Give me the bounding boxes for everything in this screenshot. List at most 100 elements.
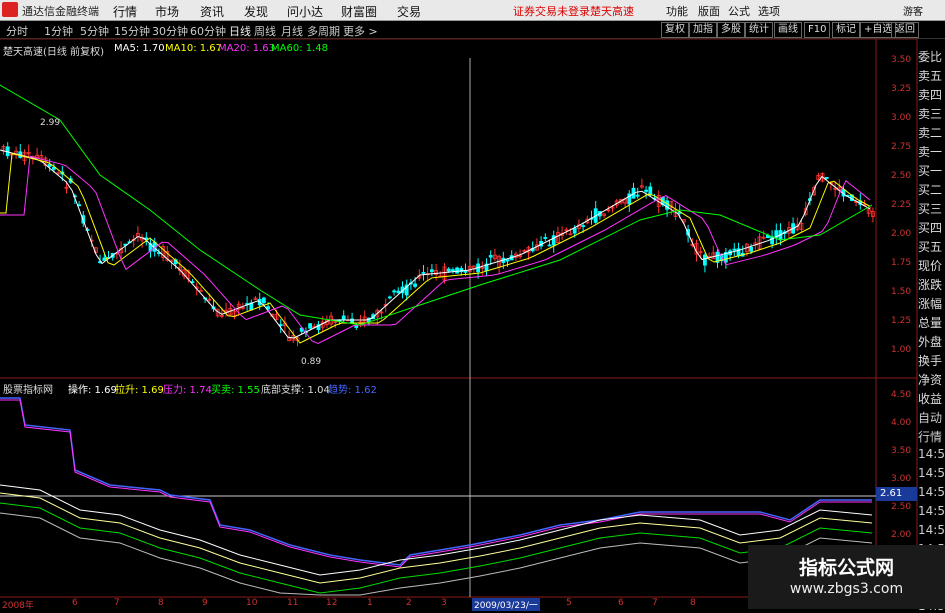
quote-panel-label: 14:5 <box>918 466 945 480</box>
date-tick: 6 <box>618 598 624 608</box>
indicator-tick: 4.50 <box>891 390 912 400</box>
price-tick: 2.75 <box>891 142 912 152</box>
date-tick: 3 <box>441 598 447 608</box>
quote-panel-label: 买五 <box>918 240 943 254</box>
date-tick: 2009/03/23/一 <box>472 598 540 611</box>
watermark-url: www.zbgs3.com <box>789 581 904 597</box>
date-tick: 7 <box>114 598 120 608</box>
candle-body <box>463 270 468 273</box>
cursor-value: 2.61 <box>880 488 903 499</box>
price-tick: 2.25 <box>891 200 912 210</box>
ma5-line <box>0 149 871 339</box>
candle-body <box>421 272 426 274</box>
date-tick: 5 <box>566 598 572 608</box>
date-tick: 8 <box>158 598 164 608</box>
candle-body <box>635 194 640 197</box>
quote-panel-label: 卖一 <box>918 145 943 159</box>
candle-body <box>770 236 774 245</box>
quote-panel-label: 14:5 <box>918 485 945 499</box>
quote-panel-label: 净资 <box>918 373 943 387</box>
price-tick: 3.50 <box>891 55 912 65</box>
price-tick: 1.00 <box>891 345 912 355</box>
quote-panel-label: 卖四 <box>918 88 943 102</box>
candle-body <box>547 244 552 247</box>
ma10-line <box>0 152 871 344</box>
quote-panel-label: 涨跌 <box>918 278 943 292</box>
indicator-tick: 3.00 <box>891 474 912 484</box>
candle-body <box>543 237 548 239</box>
quote-panel-label: 买二 <box>918 183 943 197</box>
candle-body <box>261 297 266 304</box>
kline-chart[interactable] <box>0 0 945 609</box>
quote-panel-label: 14:5 <box>918 447 945 461</box>
date-tick: 8 <box>690 598 696 608</box>
quote-panel-label: 外盘 <box>918 335 943 349</box>
candle-body <box>703 254 707 266</box>
watermark-title: 指标公式网 <box>798 557 894 579</box>
date-tick: 2 <box>406 598 412 608</box>
candle-body <box>450 269 455 272</box>
candle-body <box>308 323 313 329</box>
trade-line <box>0 502 873 594</box>
candles-group <box>1 142 875 347</box>
candle-body <box>749 246 753 252</box>
candle-body <box>387 296 392 299</box>
price-tick: 3.00 <box>891 113 912 123</box>
candle-body <box>505 259 510 262</box>
date-tick: 7 <box>652 598 658 608</box>
price-tick: 2.00 <box>891 229 912 239</box>
date-tick: 11 <box>287 598 299 608</box>
quote-panel-label: 涨幅 <box>918 297 943 311</box>
quote-panel-label: 14:5 <box>918 504 945 518</box>
lift-line <box>0 492 873 584</box>
date-tick: 10 <box>246 598 258 608</box>
date-tick: 2008年 <box>2 601 34 611</box>
price-tick: 1.25 <box>891 316 912 326</box>
low-price-label: 0.89 <box>301 357 322 367</box>
candle-body <box>572 228 577 234</box>
candle-body <box>488 255 493 258</box>
quote-panel-label: 自动 <box>918 411 943 425</box>
trend-line <box>0 397 872 566</box>
quote-panel-label: 14:5 <box>918 523 945 537</box>
pressure-line <box>0 399 872 568</box>
candle-body <box>648 186 653 195</box>
candle-body <box>446 268 451 272</box>
price-tick: 3.25 <box>891 84 912 94</box>
watermark: 指标公式网 www.zbgs3.com <box>748 545 945 609</box>
candle-body <box>824 177 829 179</box>
quote-panel-label: 买四 <box>918 221 943 235</box>
quote-panel-label: 卖三 <box>918 107 943 121</box>
quote-panel-label: 卖二 <box>918 126 943 140</box>
ma-lines-group <box>0 84 873 345</box>
candle-body <box>732 248 737 251</box>
candle-body <box>413 283 418 287</box>
candle-body <box>455 267 460 274</box>
date-tick: 1 <box>367 598 373 608</box>
date-tick: 6 <box>72 598 78 608</box>
quote-panel-label: 卖五 <box>918 69 943 83</box>
candle-body <box>102 257 107 261</box>
quote-panel-label: 总量 <box>918 316 943 330</box>
quote-panel-label: 现价 <box>918 259 943 273</box>
candle-body <box>392 290 397 293</box>
date-tick: 12 <box>326 598 338 608</box>
price-tick: 2.50 <box>891 171 912 181</box>
candle-body <box>341 315 346 321</box>
operation-line <box>0 484 873 576</box>
indicator-tick: 3.50 <box>891 446 912 456</box>
candle-body <box>644 189 648 192</box>
bottom-support-line <box>0 512 873 596</box>
price-tick: 1.75 <box>891 258 912 268</box>
quote-panel-label: 买三 <box>918 202 943 216</box>
indicator-tick: 2.00 <box>891 530 912 540</box>
indicator-tick: 2.50 <box>891 502 912 512</box>
quote-panel-label: 委比 <box>918 50 943 64</box>
date-tick: 9 <box>202 598 208 608</box>
quote-panel-label: 换手 <box>918 354 943 368</box>
quote-panel-label: 买一 <box>918 164 943 178</box>
candle-body <box>396 290 401 294</box>
ma60-line <box>0 84 873 326</box>
candle-body <box>581 225 585 227</box>
price-tick: 1.50 <box>891 287 912 297</box>
